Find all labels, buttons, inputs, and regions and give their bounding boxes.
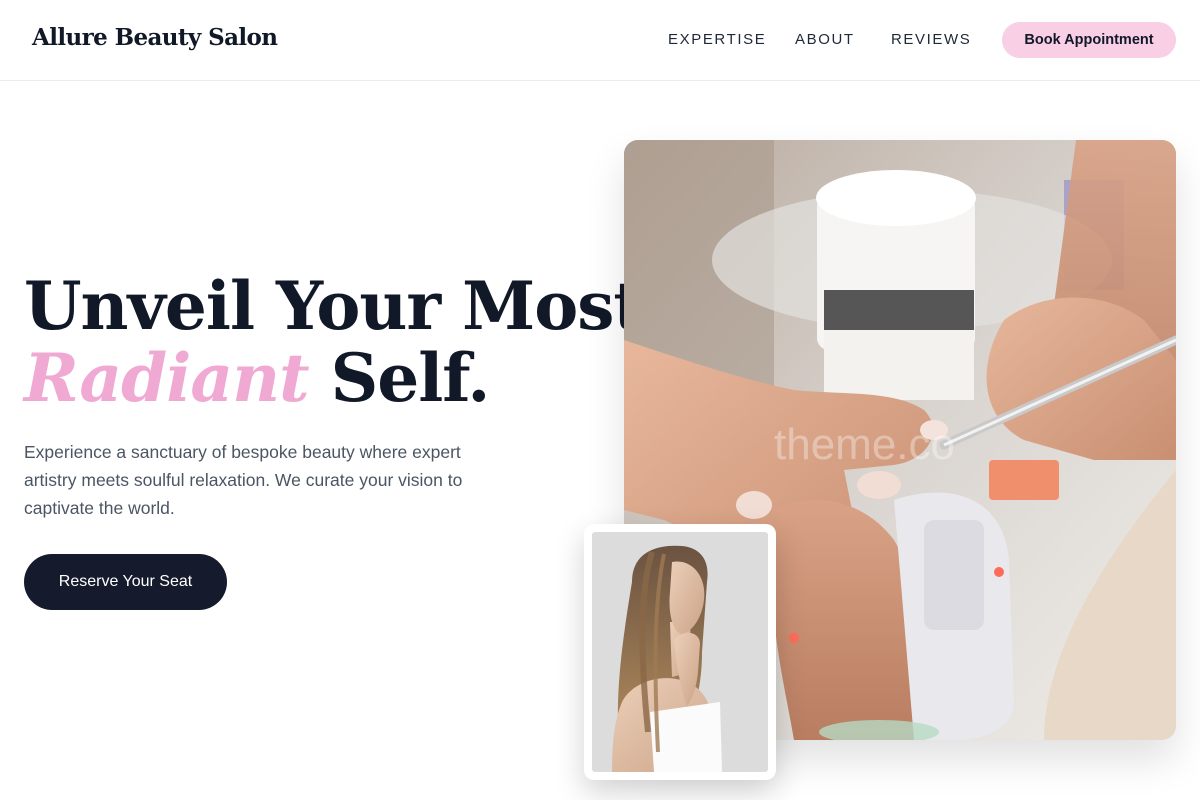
site-header: Allure Beauty Salon EXPERTISE ABOUT REVI… xyxy=(0,0,1200,81)
hero-title-line2: Self. xyxy=(308,339,491,417)
hero-description: Experience a sanctuary of bespoke beauty… xyxy=(24,442,463,518)
model-portrait-illustration xyxy=(592,532,768,772)
photo-watermark: theme.co xyxy=(774,420,955,469)
nav-link-expertise[interactable]: EXPERTISE xyxy=(668,31,766,48)
hero-title-line1: Unveil Your Most xyxy=(24,267,644,345)
brand-logo[interactable]: Allure Beauty Salon xyxy=(32,24,278,51)
reserve-seat-button[interactable]: Reserve Your Seat xyxy=(24,554,227,610)
portrait-card xyxy=(584,524,776,780)
nav-link-reviews[interactable]: REVIEWS xyxy=(891,31,971,48)
book-appointment-button[interactable]: Book Appointment xyxy=(1002,22,1176,58)
hero-title-accent: Radiant xyxy=(24,339,310,417)
hero-title: Unveil Your Most Radiant Self. xyxy=(24,270,644,417)
nav-link-about[interactable]: ABOUT xyxy=(795,31,855,48)
